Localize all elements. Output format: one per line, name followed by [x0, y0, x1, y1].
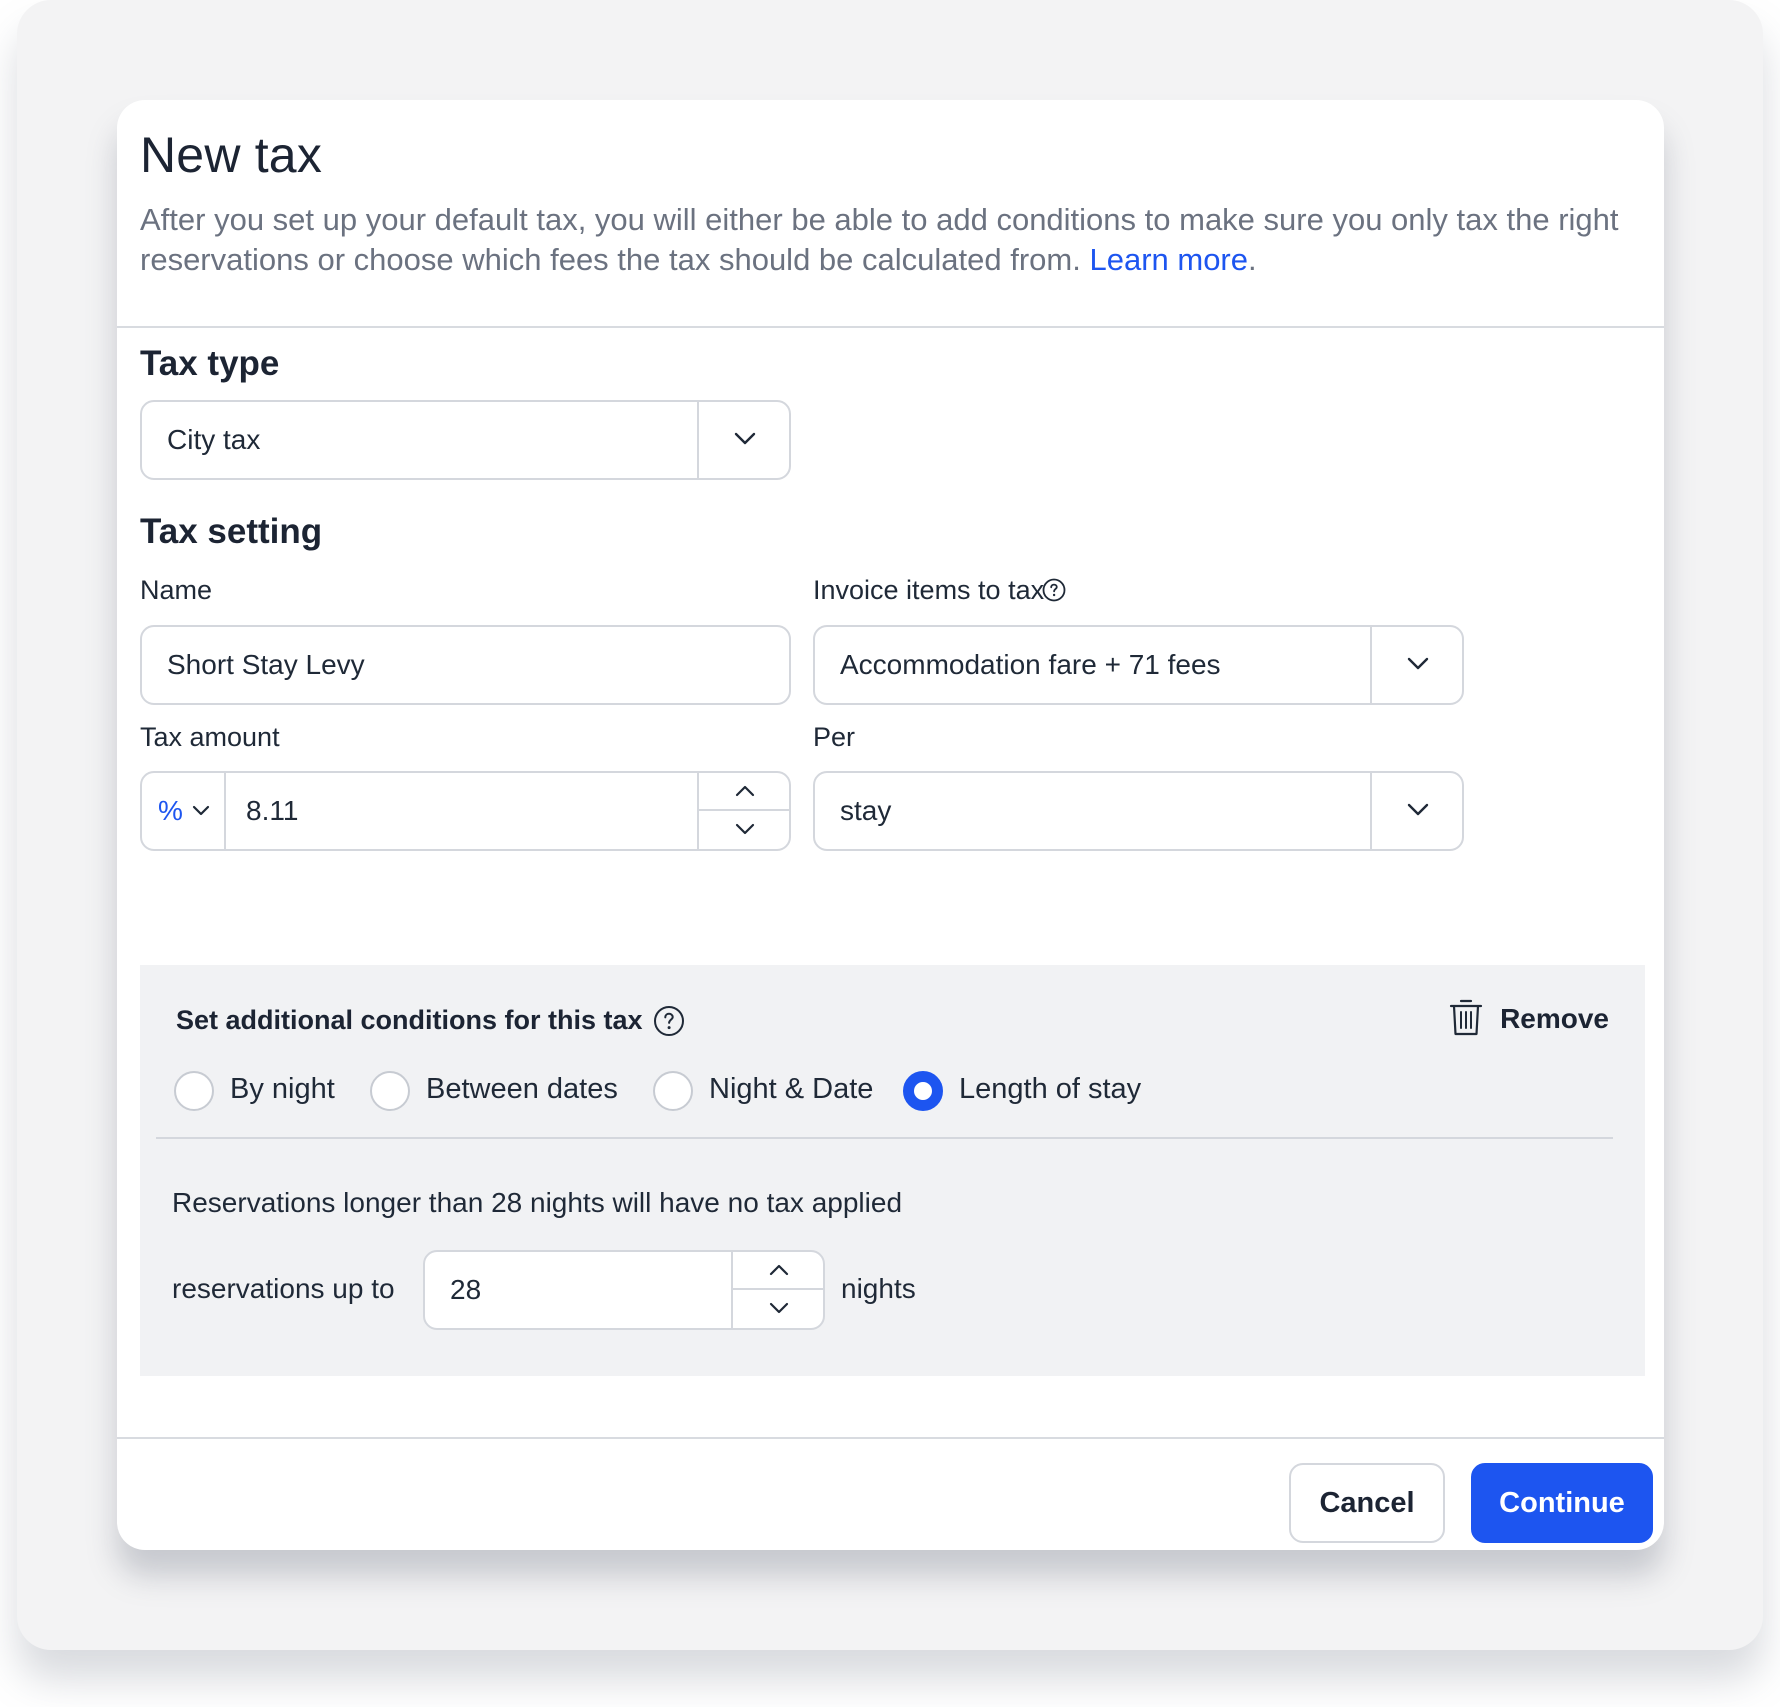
conditions-title: Set additional conditions for this tax — [176, 1005, 643, 1035]
description-period: . — [1248, 242, 1257, 277]
radio-circle — [653, 1071, 693, 1111]
remove-label: Remove — [1500, 1003, 1609, 1034]
increment-button[interactable] — [733, 1252, 823, 1290]
per-select[interactable]: stay — [813, 771, 1464, 851]
invoice-items-label-text: Invoice items to tax — [813, 575, 1045, 605]
invoice-items-value: Accommodation fare + 71 fees — [840, 649, 1221, 680]
tax-amount-label: Tax amount — [140, 722, 280, 752]
max-nights-field: 28 — [423, 1250, 825, 1330]
tax-amount-field: % 8.11 — [140, 771, 791, 851]
tax-setting-heading: Tax setting — [140, 512, 323, 551]
tax-type-heading: Tax type — [140, 344, 280, 383]
name-label: Name — [140, 575, 213, 605]
conditions-divider — [156, 1137, 1613, 1139]
max-nights-stepper — [731, 1252, 823, 1328]
modal-header: New tax After you set up your default ta… — [117, 100, 1664, 328]
radio-label: Length of stay — [959, 1073, 1142, 1105]
amount-unit-value: % — [158, 795, 183, 826]
increment-button[interactable] — [699, 773, 789, 811]
tax-amount-input[interactable]: 8.11 — [246, 773, 298, 849]
tax-type-value: City tax — [167, 424, 261, 455]
max-nights-input[interactable]: 28 — [450, 1252, 481, 1328]
radio-label: By night — [230, 1073, 335, 1105]
tax-type-select[interactable]: City tax — [140, 400, 791, 480]
modal-description: After you set up your default tax, you w… — [140, 200, 1640, 280]
reservations-up-to-label: reservations up to — [172, 1273, 395, 1304]
chevron-down-icon — [192, 805, 210, 816]
remove-button[interactable]: Remove — [1449, 995, 1609, 1045]
chevron-down-icon — [1407, 803, 1429, 816]
chevron-down-icon — [734, 432, 756, 445]
per-value: stay — [840, 795, 892, 826]
radio-circle — [174, 1071, 214, 1111]
description-text: After you set up your default tax, you w… — [140, 202, 1619, 277]
per-dropdown-toggle[interactable] — [1370, 773, 1462, 849]
modal-title: New tax — [140, 127, 323, 183]
radio-label: Night & Date — [709, 1073, 874, 1105]
conditions-panel: Set additional conditions for this tax R… — [140, 965, 1645, 1376]
chevron-up-icon — [735, 785, 755, 797]
help-circle-icon[interactable] — [1042, 578, 1066, 602]
tax-amount-stepper — [697, 773, 789, 849]
name-field[interactable]: Short Stay Levy — [140, 625, 791, 705]
radio-circle — [370, 1071, 410, 1111]
conditions-note: Reservations longer than 28 nights will … — [172, 1187, 903, 1218]
learn-more-link[interactable]: Learn more — [1089, 242, 1248, 277]
cancel-button[interactable]: Cancel — [1289, 1463, 1445, 1543]
invoice-items-select[interactable]: Accommodation fare + 71 fees — [813, 625, 1464, 705]
trash-icon — [1449, 999, 1483, 1036]
invoice-items-label: Invoice items to tax — [813, 575, 1044, 606]
decrement-button[interactable] — [733, 1290, 823, 1328]
name-value: Short Stay Levy — [167, 649, 365, 680]
amount-unit-select[interactable]: % — [142, 773, 226, 849]
footer-divider — [117, 1437, 1664, 1439]
chevron-down-icon — [735, 823, 755, 835]
new-tax-modal: New tax After you set up your default ta… — [117, 100, 1664, 1550]
decrement-button[interactable] — [699, 811, 789, 849]
continue-button[interactable]: Continue — [1471, 1463, 1653, 1543]
radio-label: Between dates — [426, 1073, 618, 1105]
per-label: Per — [813, 722, 856, 752]
invoice-items-dropdown-toggle[interactable] — [1370, 627, 1462, 703]
radio-circle-selected — [903, 1071, 943, 1111]
chevron-up-icon — [769, 1264, 789, 1276]
chevron-down-icon — [769, 1302, 789, 1314]
chevron-down-icon — [1407, 657, 1429, 670]
nights-label: nights — [841, 1273, 916, 1304]
tax-type-dropdown-toggle[interactable] — [697, 402, 789, 478]
help-circle-icon[interactable] — [653, 1005, 685, 1037]
